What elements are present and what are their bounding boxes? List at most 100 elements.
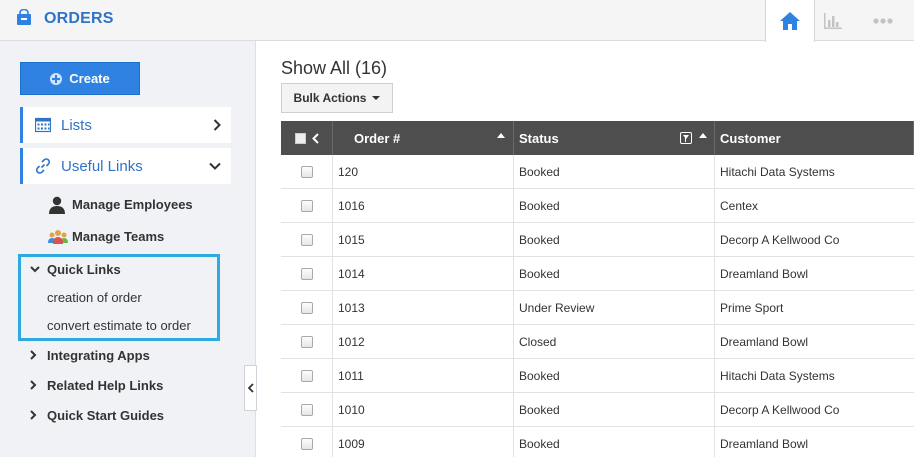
chevron-right-icon (213, 119, 221, 131)
order-number-cell[interactable]: 120 (333, 155, 514, 189)
row-checkbox[interactable] (300, 370, 313, 382)
status-cell: Booked (514, 427, 715, 457)
quick-link-creation-of-order[interactable]: creation of order (47, 290, 142, 305)
status-cell: Booked (514, 189, 715, 223)
order-number-cell[interactable]: 1015 (333, 223, 514, 257)
row-select-cell (281, 155, 333, 189)
order-number-cell[interactable]: 1014 (333, 257, 514, 291)
order-number-cell[interactable]: 1013 (333, 291, 514, 325)
column-header-status[interactable]: Status (514, 121, 715, 155)
column-header-customer-label: Customer (720, 130, 781, 146)
column-header-status-label: Status (519, 130, 559, 146)
column-header-order[interactable]: Order # (333, 121, 514, 155)
row-select-cell (281, 189, 333, 223)
bulk-actions-button[interactable]: Bulk Actions (281, 83, 393, 113)
customer-cell[interactable]: Centex (715, 189, 914, 223)
collapse-sidebar-button[interactable] (244, 365, 257, 411)
shopping-bag-icon (17, 9, 31, 25)
status-cell: Booked (514, 359, 715, 393)
customer-cell[interactable]: Dreamland Bowl (715, 325, 914, 359)
chevron-left-icon (247, 383, 254, 393)
table-row[interactable]: 1011 Booked Hitachi Data Systems (281, 359, 914, 393)
row-checkbox[interactable] (300, 200, 313, 212)
filter-icon[interactable] (680, 132, 692, 144)
table-body: 120 Booked Hitachi Data Systems 1016 Booked C… (281, 155, 914, 457)
status-cell: Under Review (514, 291, 715, 325)
select-all-checkbox[interactable] (294, 132, 306, 144)
bulk-actions-label: Bulk Actions (293, 91, 367, 105)
home-icon (780, 12, 800, 30)
row-select-cell (281, 291, 333, 325)
team-icon (48, 230, 68, 244)
sidebar-item-useful-links[interactable]: Useful Links (20, 148, 231, 184)
app-title: ORDERS (44, 10, 114, 27)
table-row[interactable]: 120 Booked Hitachi Data Systems (281, 155, 914, 189)
row-checkbox[interactable] (300, 166, 313, 178)
link-icon (35, 158, 51, 174)
order-number-cell[interactable]: 1009 (333, 427, 514, 457)
row-checkbox[interactable] (300, 438, 313, 450)
chevron-down-icon (30, 266, 40, 273)
bar-chart-icon (824, 12, 842, 29)
more-button[interactable] (858, 0, 908, 41)
sort-asc-icon[interactable] (699, 133, 707, 138)
quick-link-convert-estimate[interactable]: convert estimate to order (47, 318, 191, 333)
customer-cell[interactable]: Hitachi Data Systems (715, 359, 914, 393)
status-cell: Booked (514, 223, 715, 257)
page-title: Show All (16) (281, 58, 388, 78)
customer-cell[interactable]: Decorp A Kellwood Co (715, 223, 914, 257)
customer-cell[interactable]: Decorp A Kellwood Co (715, 393, 914, 427)
table-row[interactable]: 1012 Closed Dreamland Bowl (281, 325, 914, 359)
chevron-left-icon[interactable] (311, 132, 319, 144)
status-cell: Booked (514, 257, 715, 291)
order-number-cell[interactable]: 1012 (333, 325, 514, 359)
header-select-cell (281, 121, 333, 155)
chevron-down-icon (209, 162, 221, 170)
customer-cell[interactable]: Dreamland Bowl (715, 257, 914, 291)
customer-cell[interactable]: Prime Sport (715, 291, 914, 325)
chevron-right-icon (30, 380, 37, 390)
orders-table: Order # Status Customer 120 Booked Hitachi… (281, 121, 914, 457)
table-row[interactable]: 1010 Booked Decorp A Kellwood Co (281, 393, 914, 427)
row-checkbox[interactable] (300, 234, 313, 246)
order-number-cell[interactable]: 1010 (333, 393, 514, 427)
row-select-cell (281, 325, 333, 359)
customer-cell[interactable]: Dreamland Bowl (715, 427, 914, 457)
table-row[interactable]: 1015 Booked Decorp A Kellwood Co (281, 223, 914, 257)
group-integrating-apps-label: Integrating Apps (47, 348, 150, 363)
row-checkbox[interactable] (300, 268, 313, 280)
column-header-customer[interactable]: Customer (715, 121, 914, 155)
plus-circle-icon (50, 72, 63, 85)
reports-button[interactable] (808, 0, 858, 41)
table-row[interactable]: 1014 Booked Dreamland Bowl (281, 257, 914, 291)
order-number-cell[interactable]: 1011 (333, 359, 514, 393)
order-number-cell[interactable]: 1016 (333, 189, 514, 223)
row-checkbox[interactable] (300, 404, 313, 416)
create-button[interactable]: Create (20, 62, 140, 95)
row-select-cell (281, 393, 333, 427)
row-select-cell (281, 223, 333, 257)
sidebar-item-lists[interactable]: Lists (20, 107, 231, 143)
row-checkbox[interactable] (300, 302, 313, 314)
chevron-right-icon (30, 350, 37, 360)
group-related-help-links-label: Related Help Links (47, 378, 164, 393)
table-header: Order # Status Customer (281, 121, 914, 155)
chevron-right-icon (30, 410, 37, 420)
quick-links-label: Quick Links (47, 262, 121, 277)
table-row[interactable]: 1016 Booked Centex (281, 189, 914, 223)
table-row[interactable]: 1009 Booked Dreamland Bowl (281, 427, 914, 457)
group-quick-start-guides-label: Quick Start Guides (47, 408, 165, 423)
status-cell: Closed (514, 325, 715, 359)
row-select-cell (281, 427, 333, 457)
table-row[interactable]: 1013 Under Review Prime Sport (281, 291, 914, 325)
row-checkbox[interactable] (300, 336, 313, 348)
status-cell: Booked (514, 393, 715, 427)
caret-down-icon (372, 96, 381, 100)
user-icon (49, 196, 65, 214)
customer-cell[interactable]: Hitachi Data Systems (715, 155, 914, 189)
row-select-cell (281, 257, 333, 291)
calendar-grid-icon (35, 117, 51, 133)
top-bar: ORDERS (0, 0, 914, 42)
link-manage-employees-label: Manage Employees (72, 197, 193, 212)
sort-asc-icon[interactable] (497, 133, 505, 138)
